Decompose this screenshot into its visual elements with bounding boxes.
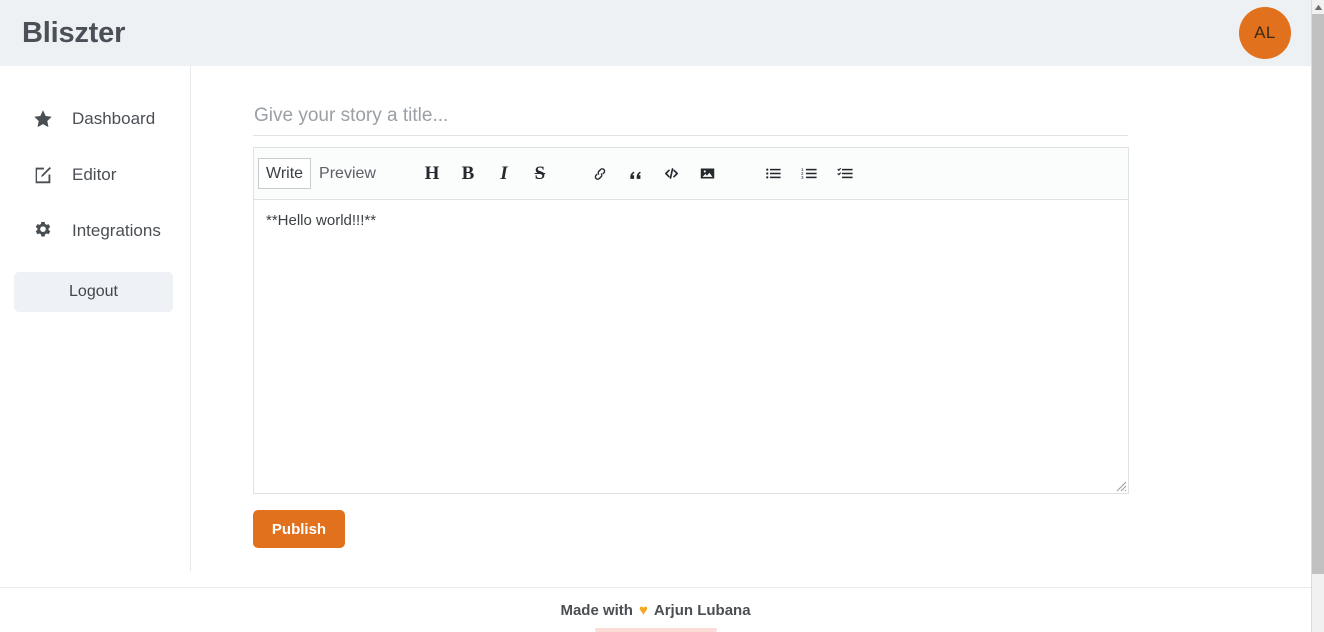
- user-avatar[interactable]: AL: [1239, 7, 1291, 59]
- image-icon[interactable]: [695, 161, 721, 187]
- quote-icon[interactable]: [623, 161, 649, 187]
- heading-icon[interactable]: H: [419, 161, 445, 187]
- star-icon: [30, 106, 56, 132]
- editor-mode-tabs: Write Preview: [258, 157, 384, 190]
- ordered-list-icon[interactable]: 1 2 3: [797, 161, 823, 187]
- gear-icon: [30, 218, 56, 244]
- app-brand-title: Bliszter: [22, 16, 126, 49]
- story-title-input[interactable]: [253, 102, 1128, 136]
- logout-button[interactable]: Logout: [14, 272, 173, 312]
- editor-toolbar: Write Preview H B I S 1 2 3: [253, 147, 1129, 199]
- tab-preview[interactable]: Preview: [311, 158, 384, 189]
- insert-tools: [582, 161, 726, 187]
- sidebar-item-editor-label: Editor: [72, 165, 117, 184]
- footer-author-name: Arjun Lubana: [653, 602, 751, 619]
- markdown-textarea[interactable]: [253, 199, 1129, 494]
- publish-button[interactable]: Publish: [253, 510, 345, 548]
- footer-credit: Made with ♥ Arjun Lubana: [560, 602, 750, 619]
- app-header: Bliszter AL: [0, 0, 1311, 66]
- text-format-tools: H B I S: [414, 161, 558, 187]
- sidebar-item-editor[interactable]: Editor: [0, 160, 190, 190]
- scrollbar-thumb[interactable]: [1312, 14, 1324, 574]
- scroll-up-arrow-icon[interactable]: [1312, 0, 1324, 14]
- svg-text:3: 3: [801, 175, 804, 180]
- list-tools: 1 2 3: [756, 161, 864, 187]
- main-content: Write Preview H B I S: [192, 66, 1311, 571]
- sidebar-item-integrations-label: Integrations: [72, 221, 161, 240]
- avatar-initials: AL: [1254, 23, 1276, 42]
- unordered-list-icon[interactable]: [761, 161, 787, 187]
- italic-icon[interactable]: I: [491, 161, 517, 187]
- page-scrollbar[interactable]: [1311, 0, 1324, 632]
- sidebar-item-dashboard[interactable]: Dashboard: [0, 104, 190, 134]
- app-root: Bliszter AL Dashboard Editor Integration…: [0, 0, 1324, 632]
- textarea-container: [253, 199, 1129, 494]
- checklist-icon[interactable]: [833, 161, 859, 187]
- code-icon[interactable]: [659, 161, 685, 187]
- markdown-editor: Write Preview H B I S 1 2 3 **Hello worl…: [253, 147, 1129, 548]
- edit-square-icon: [30, 162, 56, 188]
- link-icon[interactable]: [587, 161, 613, 187]
- sidebar-item-dashboard-label: Dashboard: [72, 109, 156, 128]
- heart-icon: ♥: [638, 602, 648, 619]
- footer-made-with-label: Made with: [560, 602, 633, 619]
- sidebar: Dashboard Editor Integrations Logout: [0, 66, 191, 571]
- strikethrough-icon[interactable]: S: [527, 161, 553, 187]
- app-footer: Made with ♥ Arjun Lubana: [0, 588, 1311, 632]
- sidebar-item-integrations[interactable]: Integrations: [0, 216, 190, 246]
- bold-icon[interactable]: B: [455, 161, 481, 187]
- footer-pill-badge: [594, 628, 717, 632]
- tab-write[interactable]: Write: [258, 157, 312, 190]
